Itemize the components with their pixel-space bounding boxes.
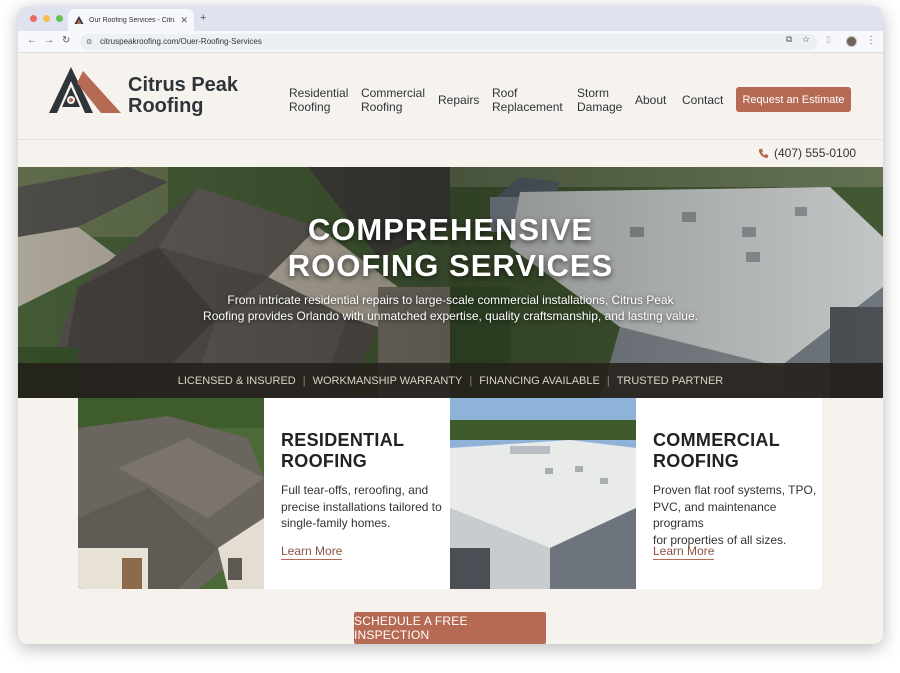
phone-icon [758,148,769,158]
schedule-inspection-button[interactable]: SCHEDULE A FREE INSPECTION [354,612,546,644]
card-title-line: ROOFING [281,451,368,471]
hero-title-line: ROOFING SERVICES [287,248,614,283]
card-title: COMMERCIAL ROOFING [653,430,818,472]
extensions-icon[interactable]: ▯ [826,34,831,45]
logo-wordmark[interactable]: Citrus Peak Roofing [128,75,238,117]
nav-residential-roofing[interactable]: Residential Roofing [289,86,348,114]
card-content: COMMERCIAL ROOFING Proven flat roof syst… [653,430,818,548]
trust-separator: | [302,374,306,387]
request-estimate-button[interactable]: Request an Estimate [736,87,851,112]
card-description: Proven flat roof systems, TPO, PVC, and … [653,482,818,548]
hero-title: COMPREHENSIVE ROOFING SERVICES [18,212,883,284]
card-title-line: RESIDENTIAL [281,430,405,450]
site-favicon-icon [74,16,84,24]
minimize-window-button[interactable] [43,15,50,22]
tab-title: Our Roofing Services - Citrus Peak Roofi… [89,16,176,24]
hero-banner: COMPREHENSIVE ROOFING SERVICES From intr… [18,167,883,398]
maximize-window-button[interactable] [56,15,63,22]
residential-learn-more-link[interactable]: Learn More [281,544,343,560]
residential-roof-photo [78,398,264,589]
trust-separator: | [606,374,610,387]
trust-separator: | [469,374,473,387]
browser-tab[interactable]: Our Roofing Services - Citrus Peak Roofi… [68,9,194,31]
card-content: RESIDENTIAL ROOFING Full tear-offs, rero… [281,430,446,532]
hero-title-line: COMPREHENSIVE [307,212,594,247]
nav-repairs[interactable]: Repairs [438,93,479,107]
card-title-line: ROOFING [653,451,740,471]
nav-label-line: Residential [289,86,349,100]
url-field[interactable]: ⚙ citruspeakroofing.com/Ouer-Roofing-Ser… [80,34,818,50]
nav-roof-replacement[interactable]: Roof Replacement [492,86,563,114]
nav-label-line: Roofing [289,100,331,114]
card-text-line: precise installations tailored to [281,499,442,514]
card-text-line: single-family homes. [281,516,391,530]
logo-line-1: Citrus Peak [128,74,239,96]
url-text: citruspeakroofing.com/Ouer-Roofing-Servi… [100,37,262,46]
nav-label-line: Commercial [361,86,426,100]
close-window-button[interactable] [30,15,37,22]
trust-item: FINANCING AVAILABLE [479,374,600,387]
residential-card: RESIDENTIAL ROOFING Full tear-offs, rero… [78,398,450,589]
phone-number: (407) 555-0100 [774,146,857,160]
card-text-line: PVC, and maintenance programs [653,499,777,531]
card-description: Full tear-offs, reroofing, and precise i… [281,482,446,532]
window-controls [30,15,63,22]
hero-subtitle-line: From intricate residential repairs to la… [227,293,674,307]
nav-label-line: Roofing [361,100,403,114]
commercial-roof-photo [450,398,636,589]
nav-label-line: Roof [492,86,518,100]
tab-strip: Our Roofing Services - Citrus Peak Roofi… [18,6,883,31]
card-title-line: COMMERCIAL [653,430,780,450]
nav-label-line: Replacement [492,100,563,114]
site-info-icon[interactable]: ⚙ [86,38,92,46]
commercial-learn-more-link[interactable]: Learn More [653,544,715,560]
nav-label-line: Damage [577,100,623,114]
phone-link[interactable]: (407) 555-0100 [758,146,856,160]
card-text-line: Full tear-offs, reroofing, and [281,483,429,497]
logo-line-2: Roofing [128,95,204,117]
hero-subtitle-line: Roofing provides Orlando with unmatched … [203,309,698,323]
translate-icon[interactable]: ⧉ [786,34,792,45]
hero-subtitle: From intricate residential repairs to la… [18,292,883,324]
nav-contact[interactable]: Contact [682,93,723,107]
service-cards: RESIDENTIAL ROOFING Full tear-offs, rero… [78,398,822,589]
profile-avatar[interactable] [846,36,857,47]
bookmark-star-icon[interactable]: ☆ [802,34,810,45]
commercial-card: COMMERCIAL ROOFING Proven flat roof syst… [450,398,822,589]
nav-label-line: Storm [577,86,610,100]
close-tab-icon[interactable]: ✕ [180,15,188,26]
browser-window: Our Roofing Services - Citrus Peak Roofi… [18,6,883,644]
address-bar: ← → ↻ ⚙ citruspeakroofing.com/Ouer-Roofi… [18,31,883,53]
nav-label-line: Repairs [438,93,480,107]
trust-item: LICENSED & INSURED [177,374,296,387]
site-header: Citrus Peak Roofing Residential Roofing … [18,54,883,140]
forward-icon[interactable]: → [44,35,54,46]
logo-roof-icon[interactable] [49,67,121,113]
card-title: RESIDENTIAL ROOFING [281,430,446,472]
browser-menu-icon[interactable]: ⋮ [866,35,876,46]
card-text-line: Proven flat roof systems, TPO, [653,483,817,497]
web-page: Citrus Peak Roofing Residential Roofing … [18,54,883,644]
reload-icon[interactable]: ↻ [62,35,70,46]
nav-label-line: Contact [682,93,724,107]
trust-item: WORKMANSHIP WARRANTY [312,374,463,387]
nav-label-line: About [635,93,667,107]
nav-about[interactable]: About [635,93,666,107]
nav-commercial-roofing[interactable]: Commercial Roofing [361,86,425,114]
trust-bar: LICENSED & INSURED | WORKMANSHIP WARRANT… [18,363,883,398]
new-tab-icon[interactable]: + [200,12,206,24]
trust-item: TRUSTED PARTNER [616,374,724,387]
back-icon[interactable]: ← [27,35,37,46]
nav-storm-damage[interactable]: Storm Damage [577,86,622,114]
